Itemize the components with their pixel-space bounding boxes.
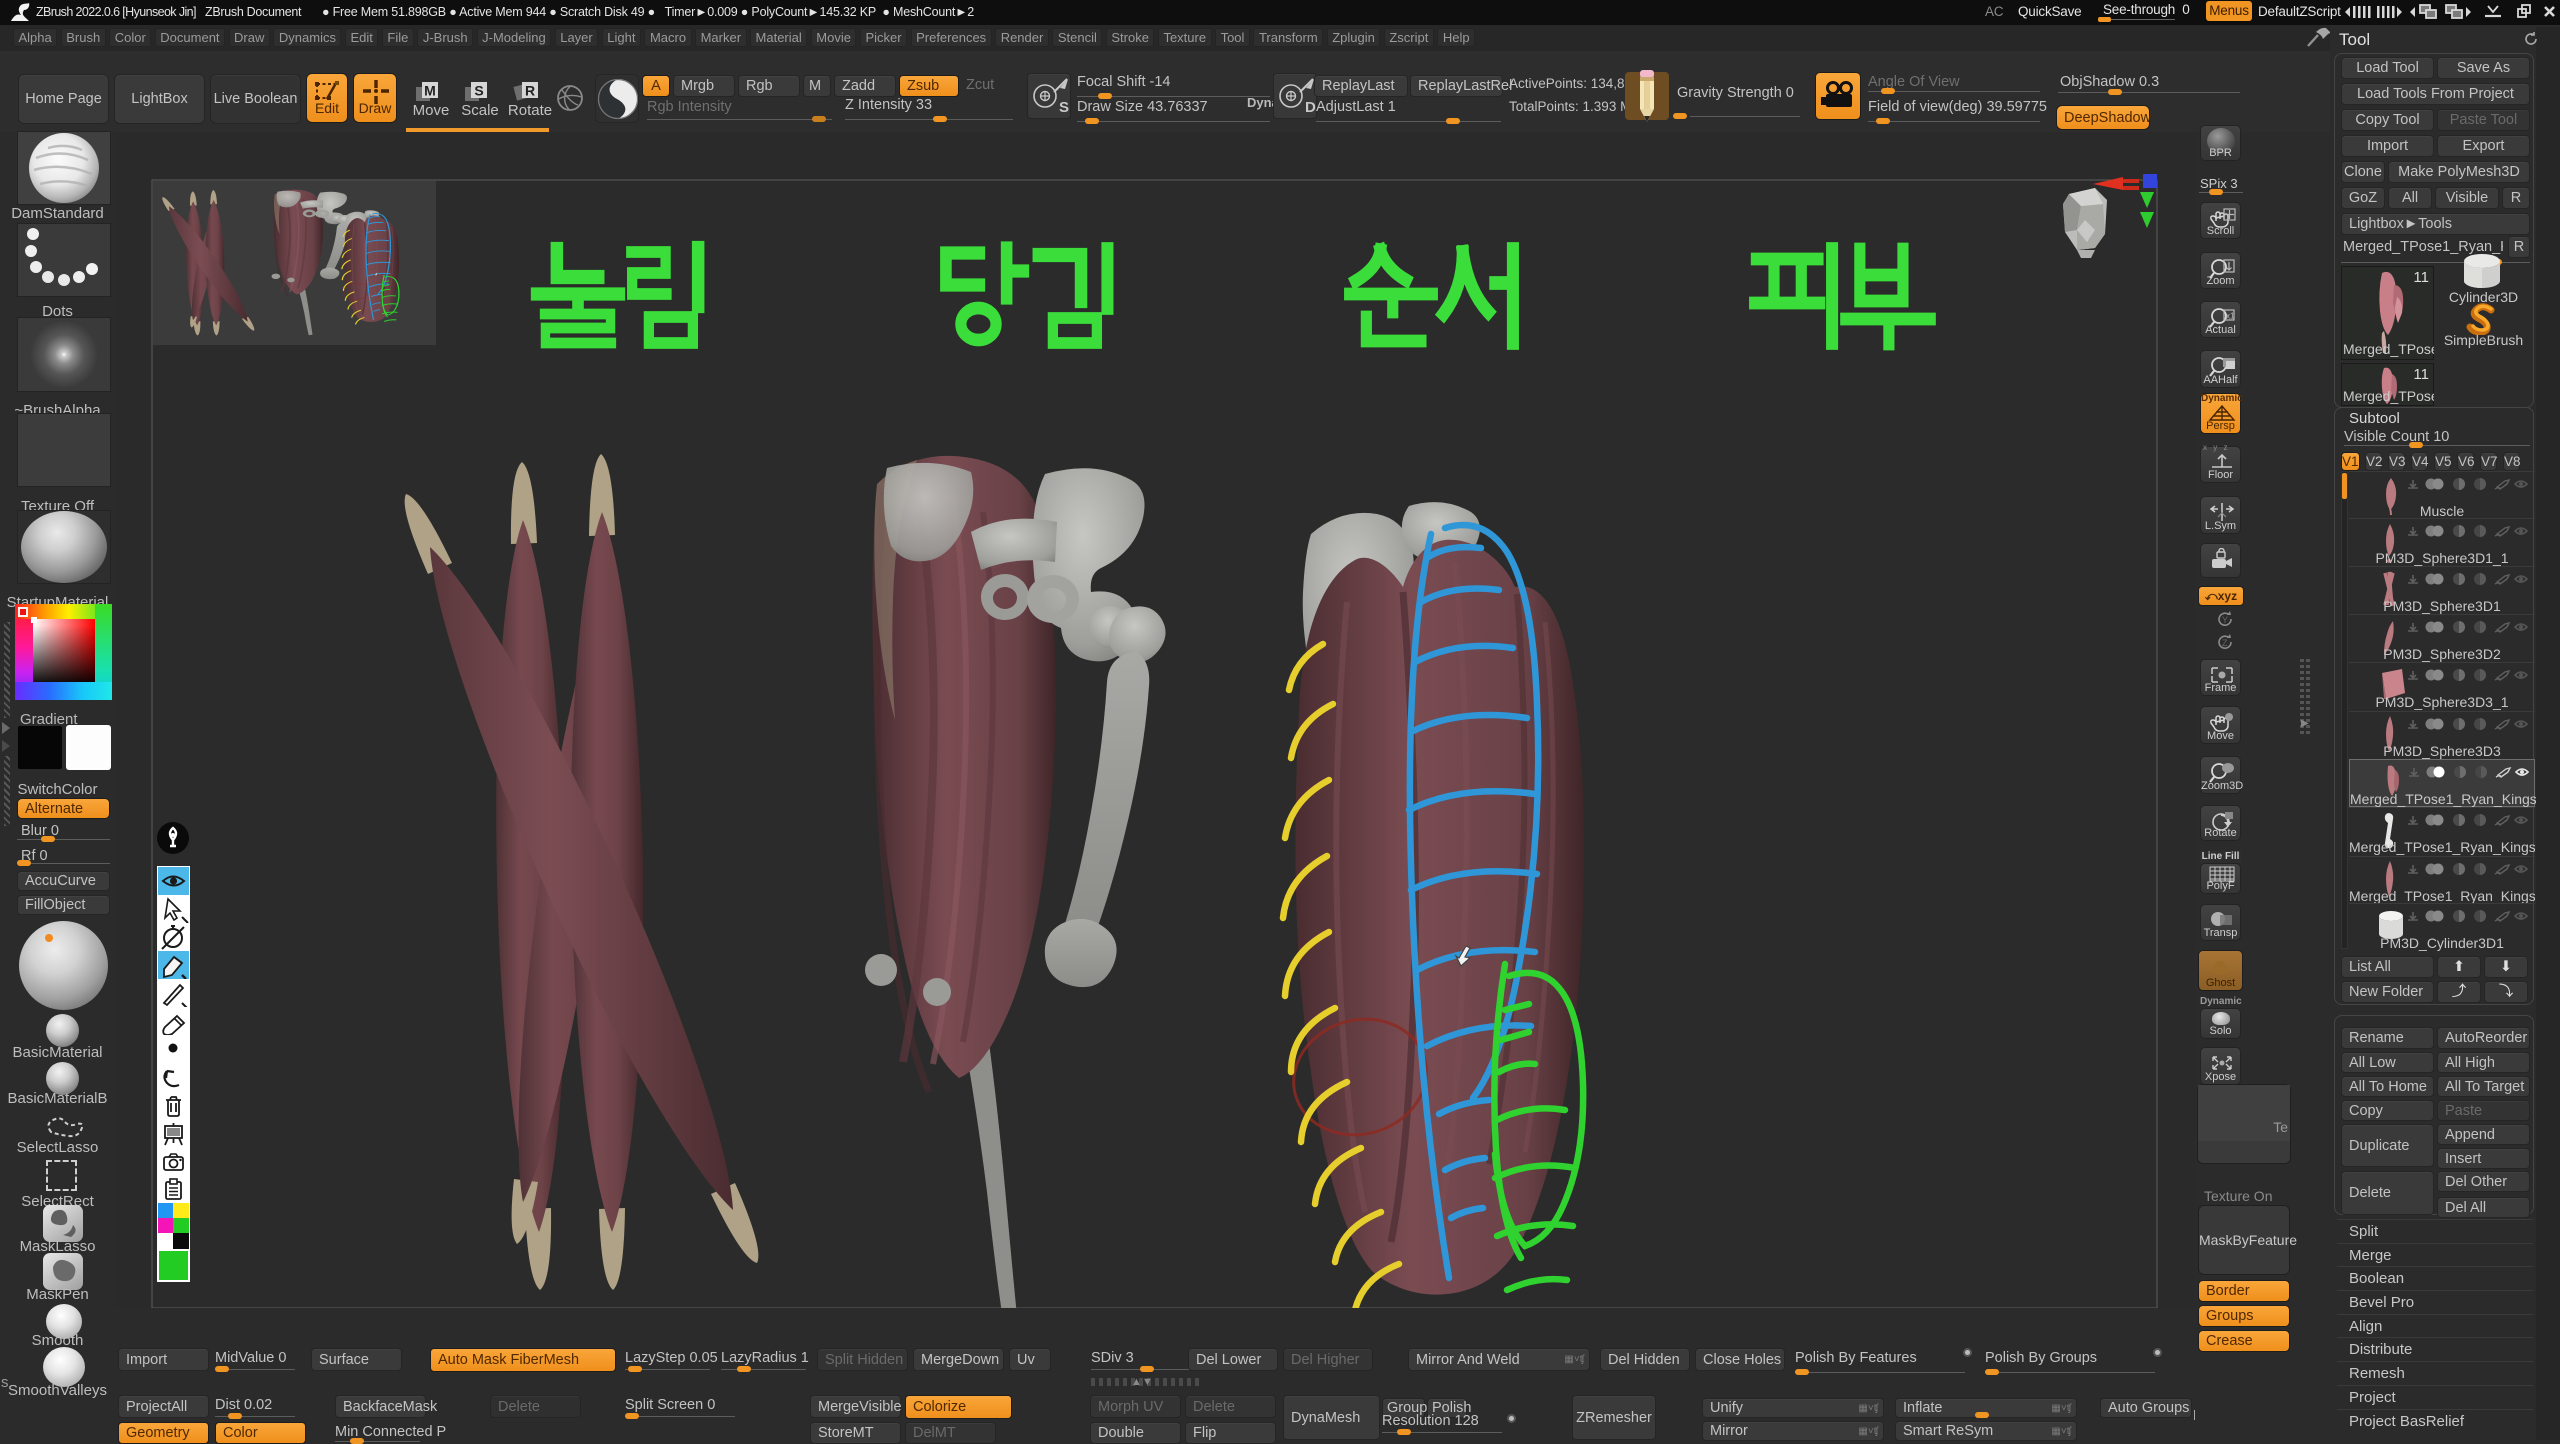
svg-text:R: R bbox=[525, 83, 535, 99]
svg-text:Y: Y bbox=[2222, 615, 2228, 625]
svg-text:Move: Move bbox=[413, 102, 450, 119]
svg-text:S: S bbox=[474, 83, 483, 99]
svg-text:Rotate: Rotate bbox=[508, 102, 552, 119]
svg-text:M: M bbox=[424, 83, 436, 99]
svg-text:S: S bbox=[1059, 99, 1069, 116]
svg-text:Z: Z bbox=[2222, 638, 2228, 648]
svg-text:x1: x1 bbox=[2226, 312, 2235, 321]
svg-text:Scale: Scale bbox=[461, 102, 499, 119]
svg-text:D: D bbox=[1305, 99, 1316, 116]
